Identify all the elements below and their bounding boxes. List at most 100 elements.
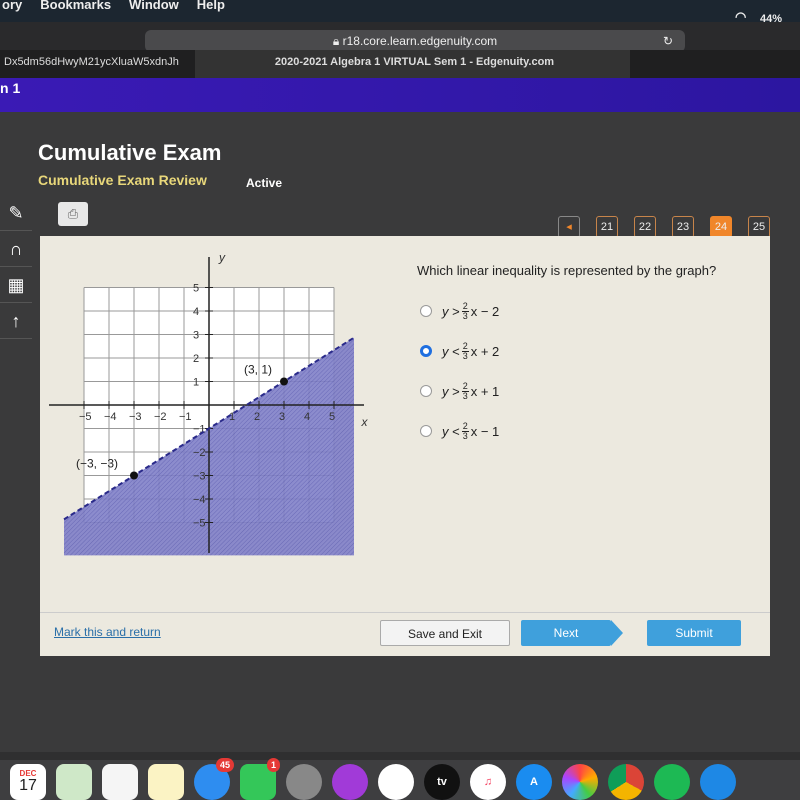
y-tick-label: 5 — [193, 283, 199, 295]
answer-option[interactable]: y >2 3 x + 1 — [420, 380, 499, 402]
option-var: y — [442, 303, 449, 319]
upload-icon[interactable]: ↑ — [0, 303, 32, 339]
option-operator: < — [452, 423, 460, 439]
calculator-icon[interactable]: ▦ — [0, 267, 32, 303]
wifi-icon[interactable]: ◠ — [735, 10, 746, 23]
tab-active[interactable]: 2020-2021 Algebra 1 VIRTUAL Sem 1 - Edge… — [195, 50, 630, 78]
x-tick-label: 2 — [254, 411, 260, 423]
x-axis-label: x — [361, 415, 369, 429]
apple-tv-icon[interactable]: tv — [424, 764, 460, 800]
radio-button[interactable] — [420, 305, 432, 317]
radio-button[interactable] — [420, 385, 432, 397]
answer-option[interactable]: y <2 3 x − 1 — [420, 420, 499, 442]
course-banner: n 1 — [0, 78, 800, 112]
headphones-icon[interactable]: ∩ — [0, 231, 32, 267]
answer-option[interactable]: y >2 3 x − 2 — [420, 300, 499, 322]
reload-icon[interactable]: ↻ — [663, 30, 673, 52]
print-button[interactable]: ⎙ — [58, 202, 88, 226]
caret-left-icon: ◂ — [566, 221, 572, 233]
x-tick-label: −4 — [104, 411, 117, 423]
fraction: 23 — [461, 300, 469, 321]
option-rest: x − 1 — [470, 423, 500, 439]
x-tick-label: −3 — [129, 411, 142, 423]
question-text: Which linear inequality is represented b… — [417, 263, 717, 278]
save-and-exit-button[interactable]: Save and Exit — [380, 620, 510, 646]
highlighter-icon[interactable]: ✎ — [0, 195, 32, 231]
music-icon[interactable]: ♫ — [470, 764, 506, 800]
page-22[interactable]: 22 — [634, 216, 656, 238]
page-21[interactable]: 21 — [596, 216, 618, 238]
menu-help[interactable]: Help — [197, 0, 225, 12]
prev-page-button[interactable]: ◂ — [558, 216, 580, 238]
radio-button[interactable] — [420, 425, 432, 437]
photos-icon[interactable] — [562, 764, 598, 800]
launchpad-icon[interactable] — [286, 764, 322, 800]
facetime-icon[interactable]: 1 — [240, 758, 280, 800]
address-bar[interactable]: 🔒︎ r18.core.learn.edgenuity.com ↻ — [145, 30, 685, 52]
x-tick-label: −1 — [179, 411, 192, 423]
notes-icon[interactable] — [148, 764, 184, 800]
x-tick-label: 3 — [279, 411, 285, 423]
inequality-graph: xy−5 −4 −3 −2 −1 1 2 3 4 554321−1−2−3−4−5(3, 1)(−… — [49, 251, 369, 556]
facetime-badge: 1 — [266, 758, 280, 772]
page-24-current[interactable]: 24 — [710, 216, 732, 238]
calendar-day: 17 — [19, 777, 37, 794]
reminders-icon[interactable] — [102, 764, 138, 800]
graph-point — [280, 377, 288, 386]
calendar-icon[interactable]: DEC 17 — [10, 764, 46, 800]
option-var: y — [442, 383, 449, 399]
next-button[interactable]: Next — [521, 620, 611, 646]
safari-icon[interactable] — [700, 764, 736, 800]
menu-history[interactable]: ory — [2, 0, 22, 12]
y-tick-label: −3 — [193, 471, 206, 483]
footer-divider — [40, 612, 770, 613]
app-store-icon[interactable]: A — [516, 764, 552, 800]
menu-bookmarks[interactable]: Bookmarks — [40, 0, 111, 12]
option-operator: < — [452, 343, 460, 359]
fraction: 23 — [461, 420, 469, 441]
tool-sidebar: ✎ ∩ ▦ ↑ — [0, 195, 32, 355]
spotify-icon[interactable] — [654, 764, 690, 800]
chrome-icon[interactable] — [608, 764, 644, 800]
denominator: 3 — [462, 310, 468, 321]
messages-badge: 45 — [215, 758, 234, 772]
fraction: 23 — [461, 341, 469, 361]
menu-window[interactable]: Window — [129, 0, 179, 12]
numerator: 2 — [461, 300, 469, 312]
next-arrow-shape[interactable] — [611, 620, 623, 646]
option-rest: x + 2 — [470, 343, 500, 359]
page-subtitle: Cumulative Exam Review — [38, 172, 207, 188]
option-rest: x + 1 — [470, 383, 500, 399]
numerator: 2 — [461, 380, 469, 392]
option-var: y — [442, 343, 449, 359]
url-text: r18.core.learn.edgenuity.com — [342, 34, 498, 48]
tv-label: tv — [437, 776, 447, 788]
page-23[interactable]: 23 — [672, 216, 694, 238]
printer-icon: ⎙ — [67, 206, 79, 221]
denominator: 3 — [462, 390, 468, 401]
news-icon[interactable] — [378, 764, 414, 800]
numerator: 2 — [461, 420, 469, 432]
y-tick-label: 3 — [193, 330, 199, 342]
dock: DEC 17 45 1 tv ♫ A — [0, 758, 800, 800]
page-title: Cumulative Exam — [38, 140, 222, 165]
submit-button[interactable]: Submit — [647, 620, 741, 646]
radio-button[interactable] — [420, 345, 432, 357]
page-25[interactable]: 25 — [748, 216, 770, 238]
x-tick-label: −5 — [79, 411, 92, 423]
tab-inactive[interactable]: Dx5dm56dHwyM21ycXluaW5xdnJh — [0, 50, 190, 78]
x-tick-label: 4 — [304, 411, 310, 423]
answer-option[interactable]: y <2 3 x + 2 — [420, 340, 499, 362]
podcasts-icon[interactable] — [332, 764, 368, 800]
maps-icon[interactable] — [56, 764, 92, 800]
y-tick-label: 4 — [193, 306, 199, 318]
y-tick-label: −2 — [193, 447, 206, 459]
point-label: (−3, −3) — [76, 457, 118, 471]
x-tick-label: −2 — [154, 411, 167, 423]
banner-text: n 1 — [0, 80, 21, 96]
option-operator: > — [452, 383, 460, 399]
option-rest: x − 2 — [470, 303, 500, 319]
messages-icon[interactable]: 45 — [194, 758, 234, 800]
mark-and-return-link[interactable]: Mark this and return — [54, 625, 161, 639]
x-tick-label: 5 — [329, 411, 335, 423]
